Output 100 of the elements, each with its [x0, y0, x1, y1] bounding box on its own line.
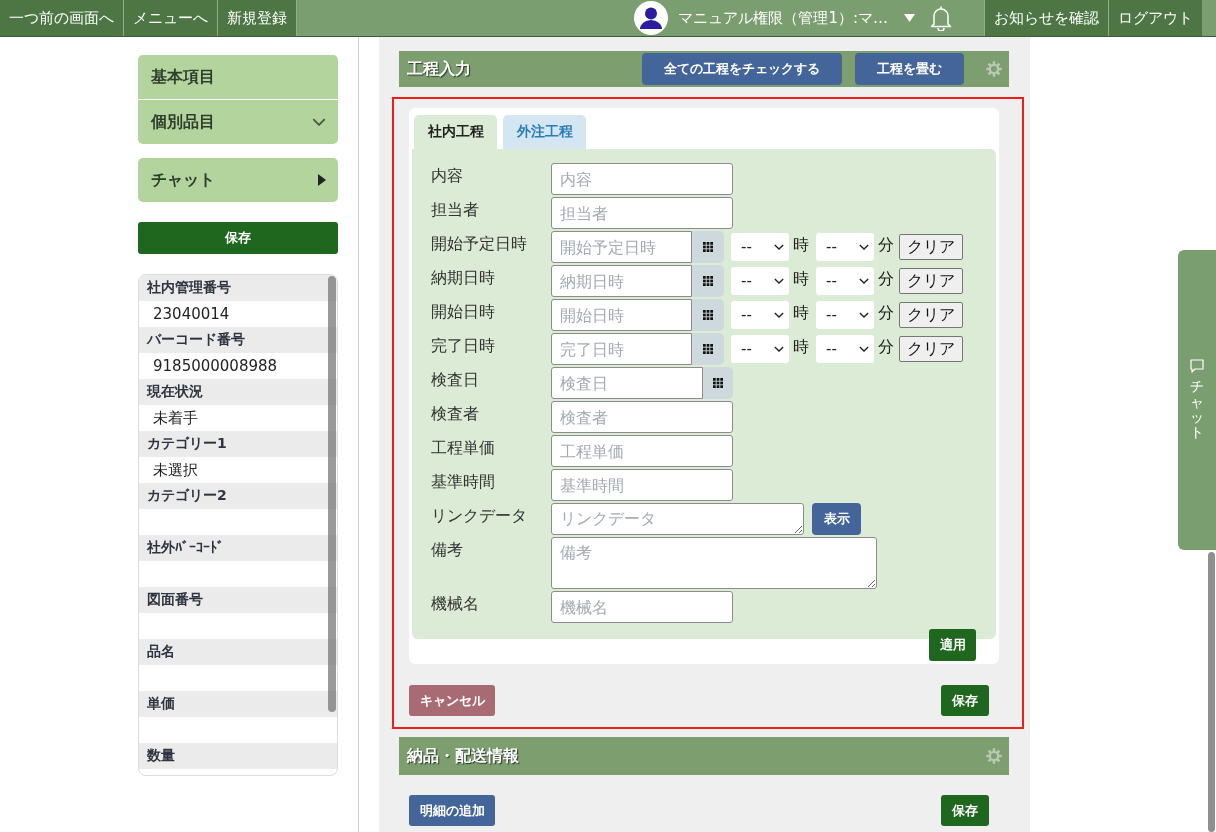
- text-field[interactable]: 内容: [551, 163, 733, 195]
- chevron-down-icon: [859, 278, 869, 284]
- text-field[interactable]: 機械名: [551, 591, 733, 623]
- clear-button[interactable]: クリア: [899, 268, 963, 294]
- user-name: マニュアル権限（管理1）:マ…: [678, 8, 888, 28]
- grid-icon: [703, 344, 713, 354]
- caret-down-icon[interactable]: [904, 14, 915, 22]
- memo-field[interactable]: 備考: [551, 537, 877, 589]
- add-row-button[interactable]: 明細の追加: [409, 795, 495, 826]
- field-label: 内容: [431, 165, 464, 187]
- grid-icon: [703, 242, 713, 252]
- cancel-button[interactable]: キャンセル: [409, 685, 495, 716]
- unit-label: 時: [793, 336, 809, 358]
- calendar-button[interactable]: [692, 299, 724, 331]
- save-button[interactable]: 保存: [941, 685, 989, 716]
- grid-icon: [703, 276, 713, 286]
- field-label: 完了日時: [431, 335, 496, 357]
- speech-bubble-icon: [1190, 359, 1204, 374]
- date-field[interactable]: 完了日時: [551, 333, 692, 365]
- detail-label: 単価: [147, 695, 175, 713]
- detail-label: 図面番号: [147, 591, 203, 609]
- hour-select[interactable]: --: [731, 233, 789, 261]
- minute-select[interactable]: --: [816, 301, 874, 329]
- unit-label: 時: [793, 234, 809, 256]
- detail-label: 品名: [147, 643, 175, 661]
- date-field[interactable]: 納期日時: [551, 265, 692, 297]
- field-label: 検査日: [431, 369, 480, 391]
- clear-button[interactable]: クリア: [899, 234, 963, 260]
- calendar-button[interactable]: [703, 367, 733, 399]
- hour-select[interactable]: --: [731, 335, 789, 363]
- unit-label: 分: [878, 336, 894, 358]
- calendar-button[interactable]: [692, 333, 724, 365]
- save-button[interactable]: 保存: [941, 795, 989, 826]
- grid-icon: [703, 310, 713, 320]
- save-button[interactable]: 保存: [138, 222, 338, 254]
- nav-button[interactable]: メニューへ: [124, 0, 218, 36]
- unit-label: 分: [878, 234, 894, 256]
- nav-item[interactable]: チャット: [138, 158, 338, 202]
- date-field[interactable]: 開始日時: [551, 299, 692, 331]
- nav-button[interactable]: 一つ前の画面へ: [0, 0, 124, 36]
- clear-button[interactable]: クリア: [899, 336, 963, 362]
- grid-icon: [713, 378, 723, 388]
- text-field[interactable]: 基準時間: [551, 469, 733, 501]
- detail-label: 社外ﾊﾞｰｺｰﾄﾞ: [147, 539, 224, 557]
- detail-label: 社内管理番号: [147, 279, 231, 297]
- detail-value: 23040014: [153, 305, 230, 323]
- field-label: 基準時間: [431, 471, 496, 493]
- top-action-button[interactable]: ログアウト: [1108, 0, 1202, 36]
- chevron-down-icon: [774, 278, 784, 284]
- field-label: 検査者: [431, 403, 480, 425]
- header-button[interactable]: 工程を畳む: [855, 53, 964, 85]
- tab[interactable]: 社内工程: [414, 115, 497, 149]
- show-button[interactable]: 表示: [812, 503, 861, 535]
- hour-select[interactable]: --: [731, 267, 789, 295]
- hour-select[interactable]: --: [731, 301, 789, 329]
- top-action-button[interactable]: お知らせを確認: [984, 0, 1108, 36]
- calendar-button[interactable]: [692, 265, 724, 297]
- detail-value: 未選択: [153, 460, 198, 480]
- unit-label: 時: [793, 268, 809, 290]
- text-field[interactable]: 工程単価: [551, 435, 733, 467]
- text-field[interactable]: 担当者: [551, 197, 733, 229]
- detail-label: 数量: [147, 747, 175, 765]
- date-field[interactable]: 開始予定日時: [551, 231, 692, 263]
- unit-label: 分: [878, 302, 894, 324]
- minute-select[interactable]: --: [816, 335, 874, 363]
- field-label: 納期日時: [431, 267, 496, 289]
- minute-select[interactable]: --: [816, 233, 874, 261]
- chevron-down-icon: [774, 346, 784, 352]
- date-field[interactable]: 検査日: [551, 367, 703, 399]
- section-title: 工程入力: [407, 58, 471, 80]
- calendar-button[interactable]: [692, 231, 724, 263]
- field-label: 開始予定日時: [431, 233, 528, 255]
- chevron-down-icon: [859, 346, 869, 352]
- field-label: 開始日時: [431, 301, 496, 323]
- detail-value: 9185000008988: [153, 357, 278, 375]
- detail-label: バーコード番号: [147, 331, 245, 349]
- detail-label: カテゴリー1: [147, 435, 227, 453]
- header-button[interactable]: 全ての工程をチェックする: [642, 53, 842, 85]
- scrollbar-thumb[interactable]: [328, 276, 336, 712]
- avatar-icon[interactable]: [634, 1, 669, 35]
- nav-item[interactable]: 基本項目: [138, 55, 338, 99]
- detail-label: 現在状況: [147, 383, 203, 401]
- detail-label: カテゴリー2: [147, 487, 227, 505]
- scrollbar-thumb[interactable]: [1208, 552, 1215, 832]
- clear-button[interactable]: クリア: [899, 302, 963, 328]
- nav-item[interactable]: 個別品目: [138, 100, 338, 144]
- nav-button[interactable]: 新規登録: [218, 0, 297, 36]
- unit-label: 分: [878, 268, 894, 290]
- bell-icon[interactable]: [930, 5, 952, 31]
- detail-value: 未着手: [153, 408, 198, 428]
- chevron-down-icon: [859, 312, 869, 318]
- chevron-down-icon: [774, 244, 784, 250]
- minute-select[interactable]: --: [816, 267, 874, 295]
- section-title: 納品・配送情報: [407, 745, 519, 767]
- link-field[interactable]: リンクデータ: [551, 503, 804, 535]
- chevron-down-icon: [312, 118, 326, 126]
- text-field[interactable]: 検査者: [551, 401, 733, 433]
- field-label: 担当者: [431, 199, 480, 221]
- field-label: リンクデータ: [431, 505, 528, 527]
- apply-button[interactable]: 適用: [929, 629, 976, 661]
